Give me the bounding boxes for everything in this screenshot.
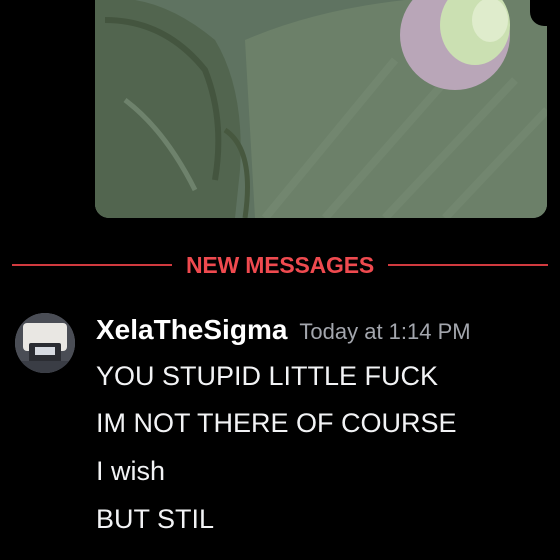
message-line: IM NOT THERE OF COURSE [96, 408, 457, 438]
corner-mask [530, 0, 560, 26]
chat-screen: NEW MESSAGES XelaTheSigma Today at 1:14 … [0, 0, 560, 560]
divider-line-right [388, 264, 549, 266]
avatar-image [15, 313, 75, 373]
timestamp: Today at 1:14 PM [299, 319, 471, 344]
message-line: YOU STUPID LITTLE FUCK [96, 361, 439, 391]
image-attachment[interactable] [95, 0, 547, 218]
username[interactable]: XelaTheSigma [96, 314, 287, 346]
divider-line-left [12, 264, 172, 266]
message-line: BUT STIL [96, 504, 215, 534]
photo-bedsheet [95, 0, 547, 218]
new-messages-divider: NEW MESSAGES [12, 250, 549, 280]
new-messages-label: NEW MESSAGES [186, 251, 375, 278]
message-header: XelaTheSigma Today at 1:14 PM [96, 314, 471, 346]
message-line: I wish [96, 456, 166, 486]
user-avatar[interactable] [15, 313, 75, 373]
